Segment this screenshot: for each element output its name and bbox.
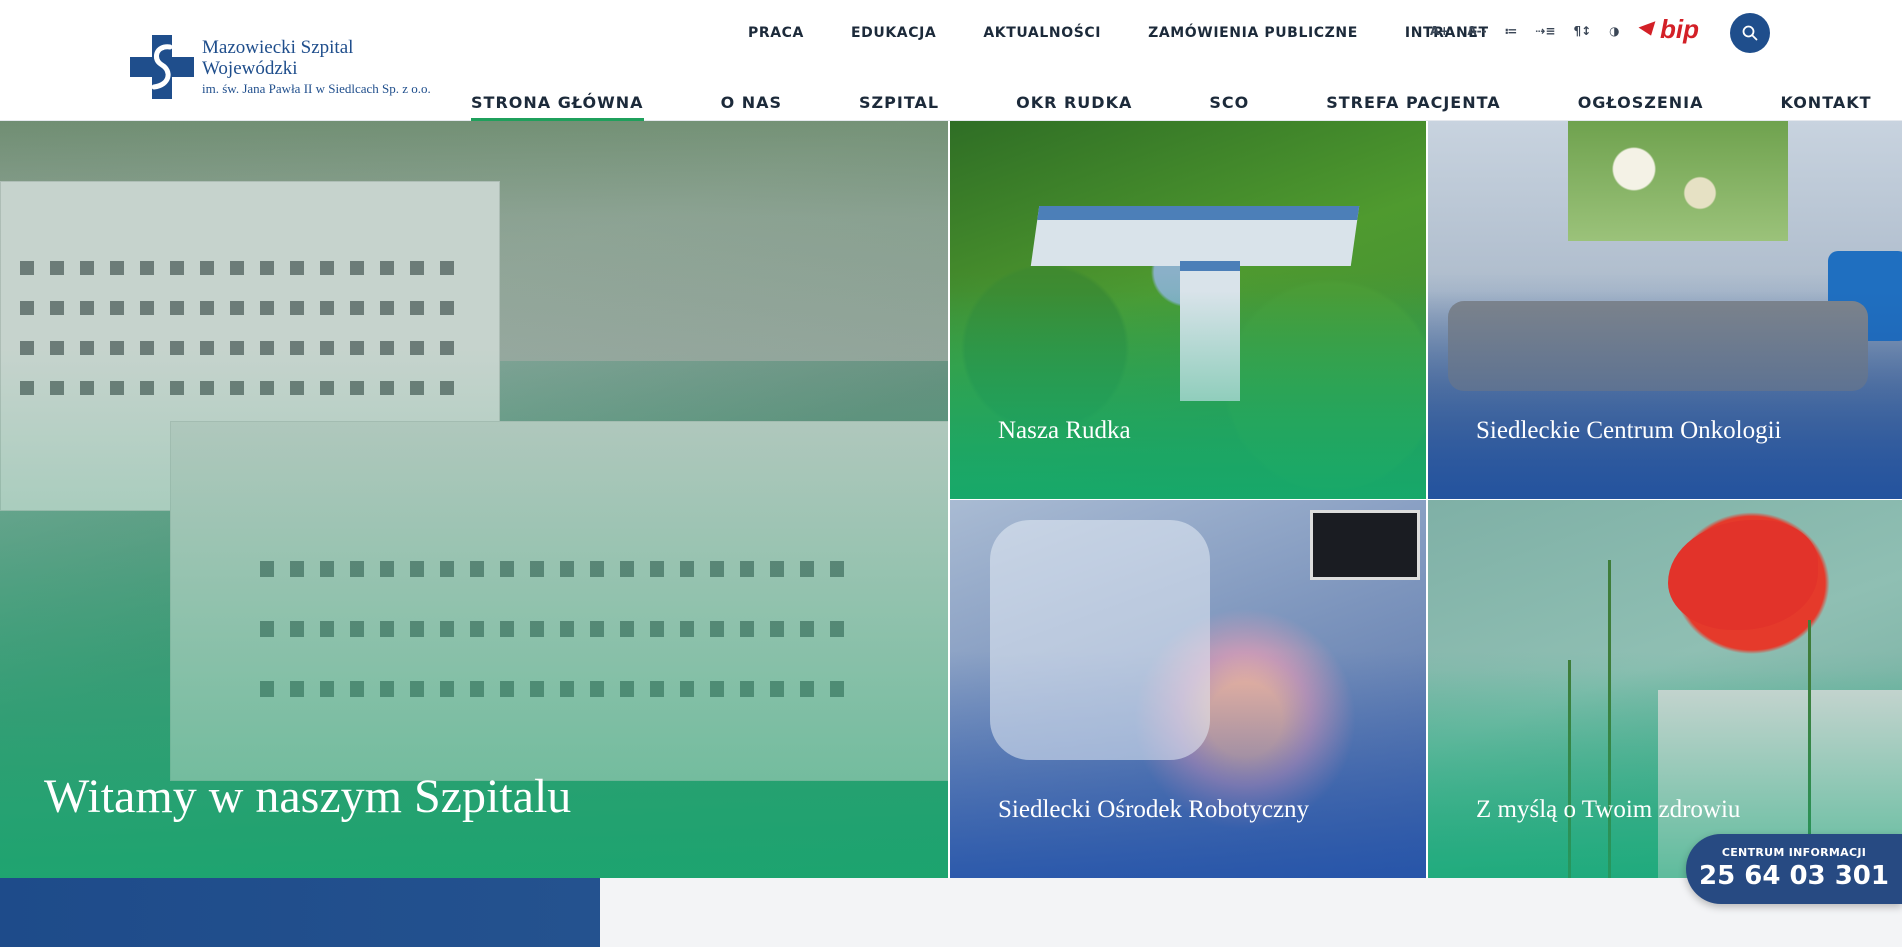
bip-flag-icon — [1638, 20, 1660, 39]
accessibility-tools: A+ A-- ≔ ⇢≡ ¶↕ ◑ — [1430, 20, 1638, 42]
main-nav-kontakt[interactable]: KONTAKT — [1781, 92, 1872, 122]
hospital-logo[interactable]: Mazowiecki Szpital Wojewódzki im. św. Ja… — [130, 34, 450, 100]
info-center-button[interactable]: CENTRUM INFORMACJI 25 64 03 301 — [1686, 834, 1902, 904]
tile-label: Nasza Rudka — [998, 417, 1131, 444]
content-section-image — [0, 878, 600, 947]
main-nav: STRONA GŁÓWNA O NAS SZPITAL OKR RUDKA SC… — [471, 92, 1872, 122]
logo-title: Mazowiecki Szpital Wojewódzki — [202, 36, 354, 79]
main-nav-okr-rudka[interactable]: OKR RUDKA — [1016, 92, 1132, 122]
hero-gradient-overlay — [0, 121, 948, 878]
tile-label: Siedleckie Centrum Onkologii — [1476, 417, 1782, 444]
top-nav-edukacja[interactable]: EDUKACJA — [851, 22, 936, 44]
tile-nasza-rudka[interactable]: Nasza Rudka — [950, 121, 1426, 499]
top-nav-praca[interactable]: PRACA — [748, 22, 804, 44]
bip-link[interactable]: bip — [1638, 14, 1699, 45]
logo-cross-icon — [130, 35, 194, 99]
line-spacing-icon[interactable]: ≔ — [1505, 20, 1518, 42]
tile-robot-arm — [990, 520, 1210, 760]
paragraph-spacing-icon[interactable]: ¶↕ — [1573, 20, 1591, 42]
hero-banner[interactable]: Witamy w naszym Szpitalu — [0, 121, 948, 878]
font-increase-icon[interactable]: A+ — [1430, 20, 1449, 42]
search-button[interactable] — [1730, 13, 1770, 53]
tile-label: Siedlecki Ośrodek Robotyczny — [998, 796, 1310, 823]
contrast-icon[interactable]: ◑ — [1609, 20, 1619, 42]
main-nav-sco[interactable]: SCO — [1209, 92, 1249, 122]
tile-robot-monitor — [1310, 510, 1420, 580]
info-center-label: CENTRUM INFORMACJI — [1721, 846, 1867, 859]
tile-osrodek-robotyczny[interactable]: Siedlecki Ośrodek Robotyczny — [950, 500, 1426, 878]
tile-divider — [950, 499, 1902, 500]
main-nav-strona-glowna[interactable]: STRONA GŁÓWNA — [471, 92, 644, 122]
site-header: Mazowiecki Szpital Wojewódzki im. św. Ja… — [0, 0, 1902, 122]
font-decrease-icon[interactable]: A-- — [1467, 20, 1486, 42]
main-nav-o-nas[interactable]: O NAS — [721, 92, 782, 122]
logo-text: Mazowiecki Szpital Wojewódzki im. św. Ja… — [202, 36, 450, 96]
main-nav-ogloszenia[interactable]: OGŁOSZENIA — [1578, 92, 1704, 122]
main-nav-szpital[interactable]: SZPITAL — [859, 92, 939, 122]
top-nav: PRACA EDUKACJA AKTUALNOŚCI ZAMÓWIENIA PU… — [748, 22, 1489, 44]
logo-subtitle: im. św. Jana Pawła II w Siedlcach Sp. z … — [202, 80, 431, 96]
letter-spacing-icon[interactable]: ⇢≡ — [1535, 20, 1555, 42]
top-nav-aktualnosci[interactable]: AKTUALNOŚCI — [983, 22, 1101, 44]
tile-z-mysla-o-zdrowiu[interactable]: Z myślą o Twoim zdrowiu — [1428, 500, 1902, 878]
hero-title: Witamy w naszym Szpitalu — [44, 770, 572, 823]
tile-label: Z myślą o Twoim zdrowiu — [1476, 796, 1741, 823]
main-nav-strefa-pacjenta[interactable]: STREFA PACJENTA — [1326, 92, 1500, 122]
tile-centrum-onkologii[interactable]: Siedleckie Centrum Onkologii — [1428, 121, 1902, 499]
bip-label: bip — [1660, 14, 1699, 44]
search-icon — [1742, 25, 1758, 41]
top-nav-zamowienia[interactable]: ZAMÓWIENIA PUBLICZNE — [1148, 22, 1358, 44]
info-center-phone: 25 64 03 301 — [1699, 861, 1889, 891]
